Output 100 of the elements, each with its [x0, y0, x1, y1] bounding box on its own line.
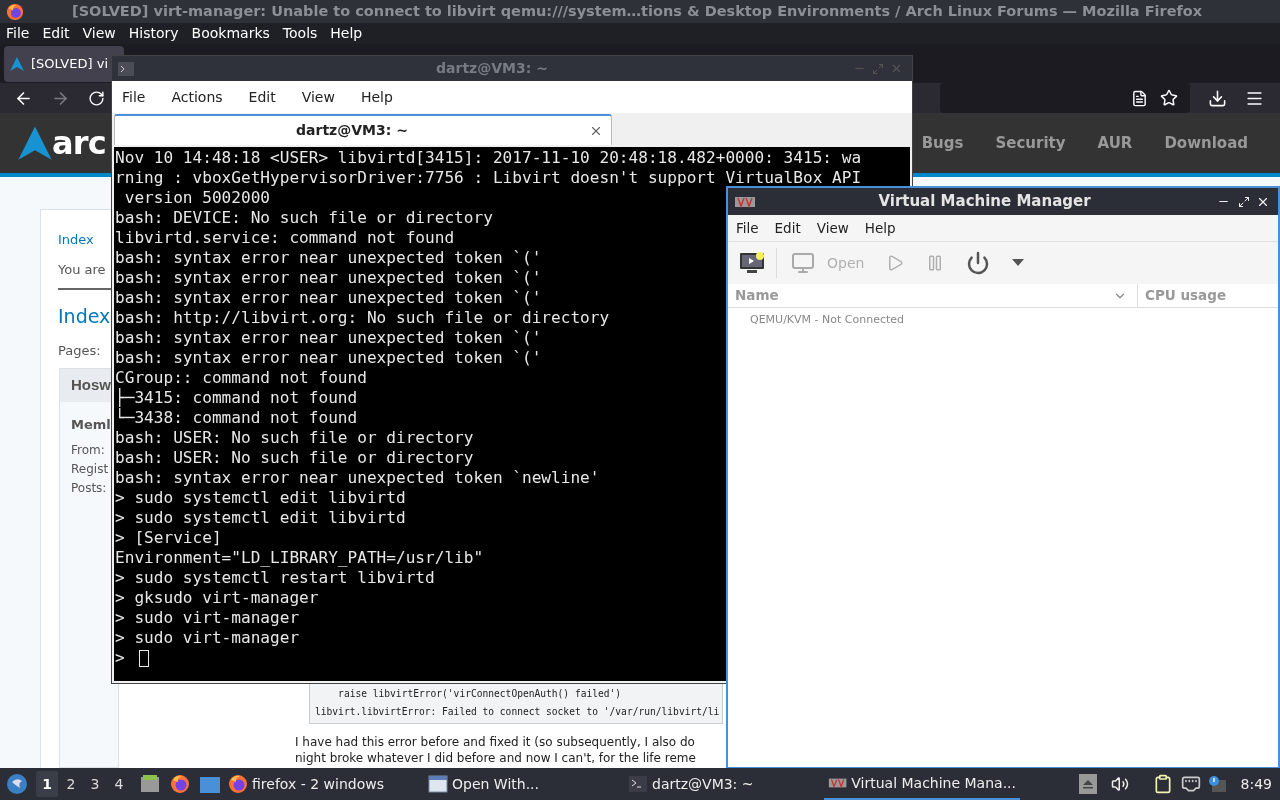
menu-item[interactable]: View — [82, 23, 116, 45]
firefox-icon — [228, 774, 248, 794]
terminal-line: > sudo systemctl edit libvirtd — [115, 488, 406, 508]
terminal-line: > gksudo virt-manager — [115, 588, 319, 608]
menu-item[interactable]: History — [128, 23, 179, 45]
workspace-button[interactable]: 2 — [60, 771, 82, 797]
task-button[interactable]: Virtual Machine Mana... — [824, 768, 1020, 800]
terminal-line: bash: http://libvirt.org: No such file or directory — [115, 308, 610, 328]
site-logo: arc — [52, 123, 106, 164]
terminal-line: bash: syntax error near unexpected token `(' — [115, 268, 542, 288]
code-line: raise libvirtError('virConnectOpenAuth() failed') — [337, 687, 623, 701]
terminal-line: > sudo systemctl edit libvirtd — [115, 508, 406, 528]
terminal-line: └─3438: command not found — [115, 408, 358, 428]
menu-item[interactable]: Help — [330, 23, 363, 45]
menu-item[interactable]: File — [6, 23, 30, 45]
task-label: firefox - 2 windows — [252, 774, 384, 794]
terminal-line: CGroup:: command not found — [115, 368, 367, 388]
pages-label: Pages: — [58, 341, 101, 360]
forum-heading[interactable]: Index — [58, 302, 111, 331]
terminal-line: Environment="LD_LIBRARY_PATH=/usr/lib" — [115, 548, 484, 568]
terminal-line: rning : vboxGetHypervisorDriver:7756 : Libvirt doesn't support VirtualBox API — [115, 168, 862, 188]
terminal-line: > [Service] — [115, 528, 222, 548]
site-nav-link[interactable]: Security — [995, 131, 1066, 155]
task-label: Virtual Machine Mana... — [851, 773, 1016, 793]
monitor-icon — [791, 251, 815, 275]
window-title: [SOLVED] virt-manager: Unable to connect to libvirt qemu:///system…tions & Desktop Environments / Arch Linux Forums — Mozilla Firefox — [72, 1, 1203, 21]
window-title: dartz@VM3: ~ — [435, 59, 549, 78]
site-nav-link[interactable]: Download — [1164, 131, 1248, 155]
play-icon — [886, 254, 905, 272]
terminal-line: bash: syntax error near unexpected token `(' — [115, 288, 542, 308]
terminal-tab[interactable]: dartz@VM3: ~ — [114, 114, 612, 145]
bookmark-star-icon[interactable] — [1160, 89, 1178, 107]
terminal-line: libvirtd.service: command not found — [115, 228, 455, 248]
terminal-icon — [628, 775, 648, 793]
terminal-line: bash: syntax error near unexpected token `(' — [115, 248, 542, 268]
terminal-line: > sudo virt-manager — [115, 608, 300, 628]
folder-icon[interactable] — [200, 775, 220, 793]
file-manager-icon[interactable] — [140, 774, 160, 794]
terminal-icon — [118, 61, 134, 76]
firefox-icon — [6, 2, 24, 21]
menu-item[interactable]: File — [122, 86, 146, 108]
post-text: night broke whatever I did before and now I can't, for the life reme — [295, 750, 696, 766]
menu-item[interactable]: View — [816, 217, 849, 239]
code-line: libvirt.libvirtError: Failed to connect socket to '/var/run/libvirt/li — [315, 705, 721, 719]
cursor — [138, 649, 149, 667]
notice-text: You are — [58, 261, 106, 279]
menu-item[interactable]: Edit — [42, 23, 70, 45]
network-icon[interactable] — [1180, 774, 1201, 794]
notification-icon[interactable] — [1206, 774, 1227, 794]
eject-icon[interactable] — [1078, 774, 1097, 794]
workspace-button[interactable]: 4 — [108, 771, 130, 797]
terminal-line: bash: USER: No such file or directory — [115, 448, 474, 468]
volume-icon[interactable] — [1110, 775, 1129, 793]
menu-item[interactable]: Actions — [171, 86, 223, 108]
maximize-icon[interactable] — [1238, 195, 1250, 208]
terminal-line: bash: syntax error near unexpected token `(' — [115, 328, 542, 348]
terminal-line: > sudo systemctl restart libvirtd — [115, 568, 435, 588]
menu-item[interactable]: File — [736, 217, 759, 239]
menu-item[interactable]: Edit — [774, 217, 801, 239]
arch-logo-icon — [16, 124, 54, 162]
window-icon — [428, 775, 448, 793]
task-button[interactable]: dartz@VM3: ~ — [624, 768, 824, 800]
menu-item[interactable]: Bookmarks — [191, 23, 270, 45]
site-nav-link[interactable]: AUR — [1097, 131, 1133, 155]
breadcrumb-link[interactable]: Index — [58, 230, 94, 250]
reload-icon[interactable] — [88, 89, 105, 107]
url-field[interactable] — [940, 83, 1190, 113]
site-nav-link[interactable]: Bugs — [921, 131, 964, 155]
menu-item[interactable]: Edit — [248, 86, 276, 108]
arch-icon — [9, 55, 25, 72]
window-title: Virtual Machine Manager — [877, 191, 1092, 213]
task-label: dartz@VM3: ~ — [652, 774, 754, 794]
reader-view-icon[interactable] — [1131, 89, 1148, 107]
clock: 8:49 — [1240, 774, 1272, 794]
menu-item[interactable]: Tools — [282, 23, 318, 45]
terminal-line: ├─3415: command not found — [115, 388, 358, 408]
download-icon[interactable] — [1208, 88, 1227, 108]
terminal-line: > sudo virt-manager — [115, 628, 300, 648]
workspace-button[interactable]: 1 — [36, 771, 58, 797]
menu-item[interactable]: Help — [864, 217, 896, 239]
terminal-line: bash: syntax error near unexpected token `(' — [115, 348, 542, 368]
menu-item[interactable]: Help — [360, 86, 393, 108]
task-label: Open With... — [452, 774, 539, 794]
post-text: I have had this error before and fixed it (so subsequently, I also do — [295, 734, 695, 750]
terminal-line: bash: DEVICE: No such file or directory — [115, 208, 493, 228]
task-button[interactable]: Open With... — [424, 768, 624, 800]
prompt-text: > — [115, 648, 125, 668]
menu-item[interactable]: View — [301, 86, 335, 108]
terminal-line: Nov 10 14:48:18 <USER> libvirtd[3415]: 2017-11-10 20:48:18.482+0000: 3415: wa — [115, 148, 862, 168]
task-button[interactable]: firefox - 2 windows — [224, 768, 424, 800]
caret-icon — [1012, 259, 1025, 267]
tab-title: [SOLVED] vi — [31, 54, 108, 73]
browser-tab[interactable]: [SOLVED] vi — [4, 45, 124, 82]
terminal-line: bash: USER: No such file or directory — [115, 428, 474, 448]
connection-row[interactable]: QEMU/KVM - Not Connected — [728, 308, 1278, 332]
workspace-button[interactable]: 3 — [84, 771, 106, 797]
tab-title: dartz@VM3: ~ — [295, 121, 409, 140]
terminal-line: version 5002000 — [123, 188, 271, 208]
start-menu-icon[interactable] — [6, 773, 28, 795]
member-rank: Meml — [70, 416, 112, 434]
